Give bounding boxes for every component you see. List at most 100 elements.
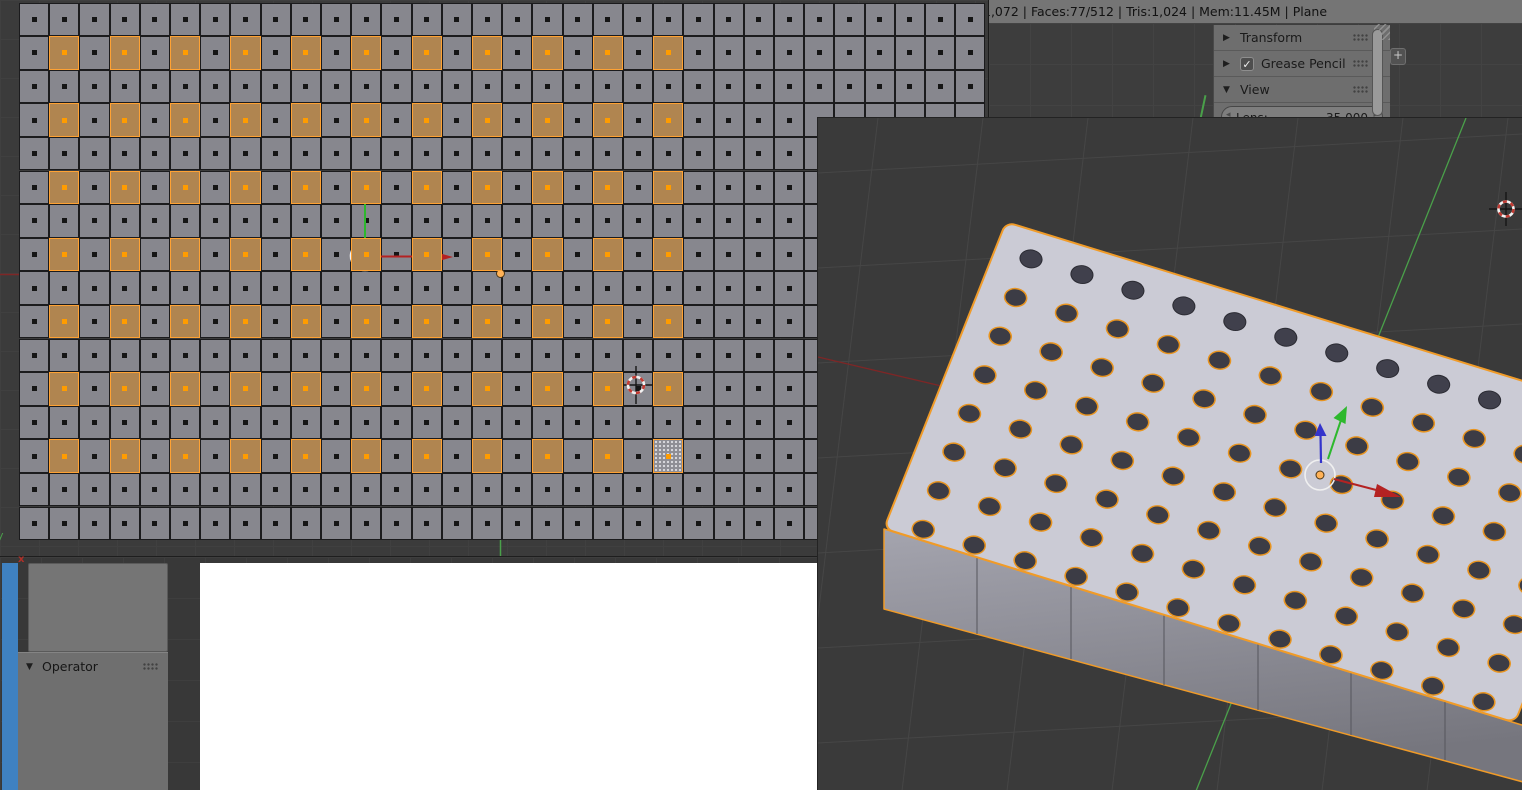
face-cell[interactable] [381,405,412,440]
face-cell[interactable] [411,304,442,339]
face-cell[interactable] [653,69,684,104]
face-cell[interactable] [653,338,684,373]
face-cell[interactable] [441,136,472,171]
face-cell[interactable] [623,170,654,205]
face-cell[interactable] [441,372,472,406]
face-cell[interactable] [441,439,472,473]
face-cell[interactable] [472,304,503,339]
face-cell[interactable] [139,372,170,406]
face-cell[interactable] [170,204,201,238]
face-cell[interactable] [49,69,80,104]
face-cell[interactable] [170,271,201,305]
face-cell[interactable] [230,304,261,339]
face-cell[interactable] [230,271,261,305]
face-cell[interactable] [109,36,140,70]
face-cell[interactable] [623,271,654,305]
face-cell[interactable] [170,439,201,473]
face-cell[interactable] [381,36,412,70]
face-cell[interactable] [321,271,352,305]
panel-view[interactable]: ▼ View [1214,77,1390,103]
face-cell[interactable] [19,136,50,171]
face-cell[interactable] [200,170,231,205]
face-cell[interactable] [774,237,805,272]
face-cell[interactable] [200,237,231,272]
face-cell[interactable] [200,405,231,440]
face-cell[interactable] [592,237,623,272]
face-cell[interactable] [592,472,623,507]
face-cell[interactable] [683,506,714,541]
face-cell[interactable] [260,405,291,440]
face-cell[interactable] [743,103,774,137]
face-cell[interactable] [502,136,533,171]
face-cell[interactable] [170,372,201,406]
face-cell[interactable] [713,136,744,171]
face-cell[interactable] [532,69,563,104]
face-cell[interactable] [139,36,170,70]
face-cell[interactable] [532,472,563,507]
face-cell[interactable] [230,372,261,406]
face-cell[interactable] [774,36,805,70]
lens-slider[interactable]: ◂ Lens: 35.000 ▸ [1221,106,1383,117]
face-cell[interactable] [774,136,805,171]
face-cell[interactable] [79,304,110,339]
face-cell[interactable] [683,2,714,37]
face-cell[interactable] [19,237,50,272]
face-cell[interactable] [472,69,503,104]
face-cell[interactable] [623,439,654,473]
face-cell[interactable] [79,271,110,305]
face-cell[interactable] [502,103,533,137]
face-cell[interactable] [713,237,744,272]
face-cell[interactable] [592,204,623,238]
panel-grip-icon[interactable] [143,662,158,671]
face-cell[interactable] [290,170,321,205]
face-cell[interactable] [411,439,442,473]
face-cell[interactable] [109,237,140,272]
face-cell[interactable] [351,2,382,37]
face-cell[interactable] [774,372,805,406]
face-cell[interactable] [230,103,261,137]
face-cell[interactable] [592,69,623,104]
face-cell[interactable] [79,170,110,205]
face-cell[interactable] [321,372,352,406]
face-cell[interactable] [834,69,865,104]
face-cell[interactable] [743,472,774,507]
face-cell[interactable] [774,506,805,541]
face-cell[interactable] [321,405,352,440]
face-cell[interactable] [411,372,442,406]
face-cell[interactable] [502,472,533,507]
face-cell[interactable] [713,472,744,507]
face-cell[interactable] [532,304,563,339]
face-cell[interactable] [834,36,865,70]
face-cell[interactable] [683,69,714,104]
face-cell[interactable] [290,204,321,238]
face-cell[interactable] [411,2,442,37]
face-cell[interactable] [139,170,170,205]
face-cell[interactable] [894,2,925,37]
face-cell[interactable] [200,204,231,238]
face-cell[interactable] [139,2,170,37]
face-cell[interactable] [653,372,684,406]
face-cell[interactable] [592,271,623,305]
face-cell[interactable] [109,304,140,339]
face-cell[interactable] [19,304,50,339]
face-cell[interactable] [411,204,442,238]
face-cell[interactable] [49,2,80,37]
face-cell[interactable] [592,136,623,171]
face-cell[interactable] [49,372,80,406]
face-cell[interactable] [109,271,140,305]
face-cell[interactable] [79,372,110,406]
face-cell[interactable] [472,103,503,137]
face-cell[interactable] [472,439,503,473]
face-cell[interactable] [290,304,321,339]
face-cell[interactable] [441,506,472,541]
face-cell[interactable] [79,237,110,272]
face-cell[interactable] [230,170,261,205]
face-cell[interactable] [502,204,533,238]
face-cell[interactable] [683,338,714,373]
face-cell[interactable] [19,372,50,406]
face-cell[interactable] [290,506,321,541]
face-cell[interactable] [562,170,593,205]
face-cell[interactable] [743,204,774,238]
face-cell[interactable] [321,204,352,238]
face-cell[interactable] [562,36,593,70]
